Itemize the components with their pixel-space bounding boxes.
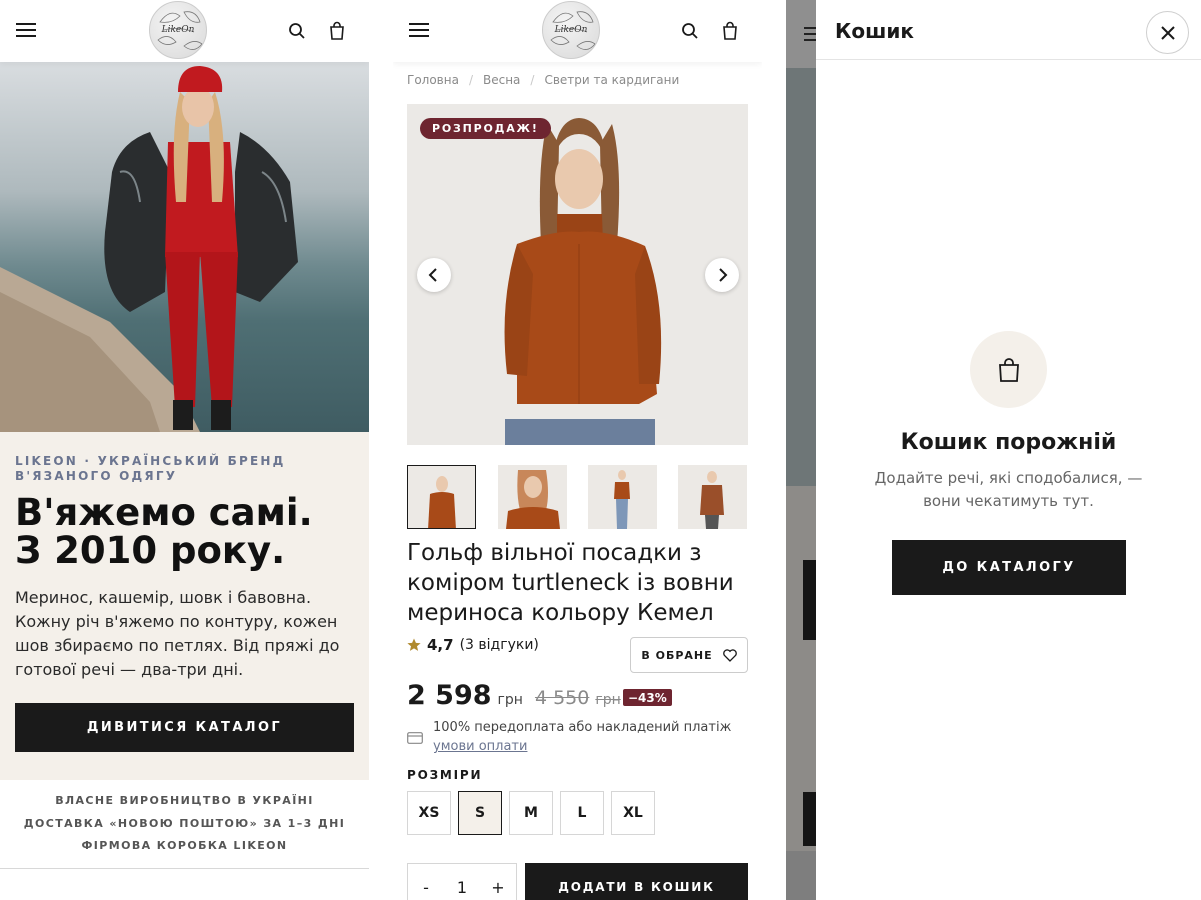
- qty-increase-button[interactable]: +: [480, 878, 516, 897]
- cart-drawer: Кошик Кошик порожній Додайте речі, які с…: [816, 0, 1201, 900]
- lead-text: Меринос, кашемір, шовк і бавовна. Кожну …: [15, 588, 340, 679]
- product-title: Гольф вільної посадки з коміром turtlene…: [407, 540, 734, 626]
- brand-tagline: LIKEON · УКРАЇНСЬКИЙ БРЕНД В'ЯЗАНОГО ОДЯ…: [15, 454, 286, 483]
- sale-badge: РОЗПРОДАЖ!: [420, 118, 551, 139]
- header: LikeOn: [393, 0, 762, 62]
- cart-screen: Кошик Кошик порожній Додайте речі, які с…: [786, 0, 1201, 900]
- logo[interactable]: LikeOn: [149, 1, 207, 59]
- headline-line-1: В'яжемо самі.: [15, 491, 313, 534]
- qty-decrease-button[interactable]: -: [408, 878, 444, 897]
- breadcrumb: Головна / Весна / Светри та кардигани: [407, 73, 679, 87]
- breadcrumb-category[interactable]: Светри та кардигани: [544, 73, 679, 87]
- bag-icon[interactable]: [720, 21, 740, 41]
- divider: [0, 868, 369, 869]
- page-title: В'яжемо самі. З 2010 року.: [15, 494, 360, 570]
- headline-line-2: З 2010 року.: [15, 529, 286, 572]
- add-to-cart-button[interactable]: ДОДАТИ В КОШИК: [525, 863, 748, 900]
- add-to-favorites-button[interactable]: В ОБРАНЕ: [630, 637, 748, 673]
- reviews-link[interactable]: (3 відгуки): [460, 637, 539, 653]
- view-catalog-button[interactable]: ДИВИТИСЯ КАТАЛОГ: [15, 703, 354, 752]
- usp-item: ВЛАСНЕ ВИРОБНИЦТВО В УКРАЇНІ: [55, 794, 314, 807]
- sizes-label: РОЗМІРИ: [407, 768, 483, 782]
- hero-image: [0, 62, 369, 432]
- currency: грн: [497, 692, 523, 708]
- payment-info: 100% передоплата або накладений платіж у…: [407, 718, 731, 756]
- divider: [816, 59, 1201, 60]
- rating-value: 4,7: [427, 636, 454, 654]
- bag-icon: [998, 357, 1019, 382]
- menu-icon[interactable]: [16, 22, 36, 38]
- old-currency: грн: [595, 692, 621, 708]
- usp-item: ФІРМОВА КОРОБКА LIKEON: [81, 839, 288, 852]
- product-thumbnail[interactable]: [407, 465, 476, 529]
- old-price: 4 550: [534, 687, 590, 709]
- to-catalog-button[interactable]: ДО КАТАЛОГУ: [892, 540, 1126, 595]
- breadcrumb-separator: /: [530, 73, 535, 87]
- product-thumbnail[interactable]: [588, 465, 657, 529]
- menu-icon[interactable]: [409, 22, 429, 38]
- current-price: 2 598: [407, 680, 492, 711]
- qty-value[interactable]: 1: [444, 878, 480, 897]
- search-icon[interactable]: [287, 21, 307, 41]
- discount-badge: −43%: [623, 689, 672, 706]
- bag-icon[interactable]: [327, 21, 347, 41]
- breadcrumb-separator: /: [468, 73, 473, 87]
- cart-title: Кошик: [835, 19, 914, 43]
- overlay-backdrop[interactable]: [786, 0, 816, 900]
- breadcrumb-spring[interactable]: Весна: [483, 73, 520, 87]
- product-screen: LikeOn Головна / Весна / Светри та карди…: [393, 0, 762, 900]
- quantity-stepper: - 1 +: [407, 863, 517, 900]
- heart-icon: [722, 648, 737, 662]
- payment-terms-link[interactable]: умови оплати: [433, 739, 527, 754]
- close-icon[interactable]: [1146, 11, 1189, 54]
- product-thumbnail[interactable]: [498, 465, 567, 529]
- usp-item: ДОСТАВКА «НОВОЮ ПОШТОЮ» ЗА 1–3 ДНІ: [23, 817, 346, 830]
- favorites-label: В ОБРАНЕ: [641, 648, 713, 662]
- empty-cart-description: Додайте речі, які сподобалися, — вони че…: [874, 469, 1143, 510]
- size-option-l[interactable]: L: [560, 791, 604, 835]
- header: LikeOn: [0, 0, 369, 62]
- rating[interactable]: 4,7 (3 відгуки): [407, 636, 539, 654]
- logo[interactable]: LikeOn: [542, 1, 600, 59]
- price-block: 2 598 грн 4 550 грн: [407, 680, 621, 711]
- payment-note: 100% передоплата або накладений платіж: [433, 720, 732, 735]
- size-option-xs[interactable]: XS: [407, 791, 451, 835]
- size-option-m[interactable]: M: [509, 791, 553, 835]
- product-image[interactable]: [407, 104, 748, 445]
- size-option-s[interactable]: S: [458, 791, 502, 835]
- product-thumbnail[interactable]: [678, 465, 747, 529]
- home-screen: LikeOn LIKEON · УКРАЇНСЬКИЙ БРЕНД В'ЯЗАН…: [0, 0, 369, 900]
- star-icon: [407, 638, 421, 651]
- empty-cart-title: Кошик порожній: [900, 430, 1117, 455]
- chevron-right-icon[interactable]: [705, 258, 739, 292]
- chevron-left-icon[interactable]: [417, 258, 451, 292]
- breadcrumb-home[interactable]: Головна: [407, 73, 459, 87]
- logo-text: LikeOn: [161, 25, 195, 35]
- search-icon[interactable]: [680, 21, 700, 41]
- card-icon: [407, 732, 423, 744]
- empty-cart-illustration: [970, 331, 1047, 408]
- size-option-xl[interactable]: XL: [611, 791, 655, 835]
- logo-text: LikeOn: [554, 25, 588, 35]
